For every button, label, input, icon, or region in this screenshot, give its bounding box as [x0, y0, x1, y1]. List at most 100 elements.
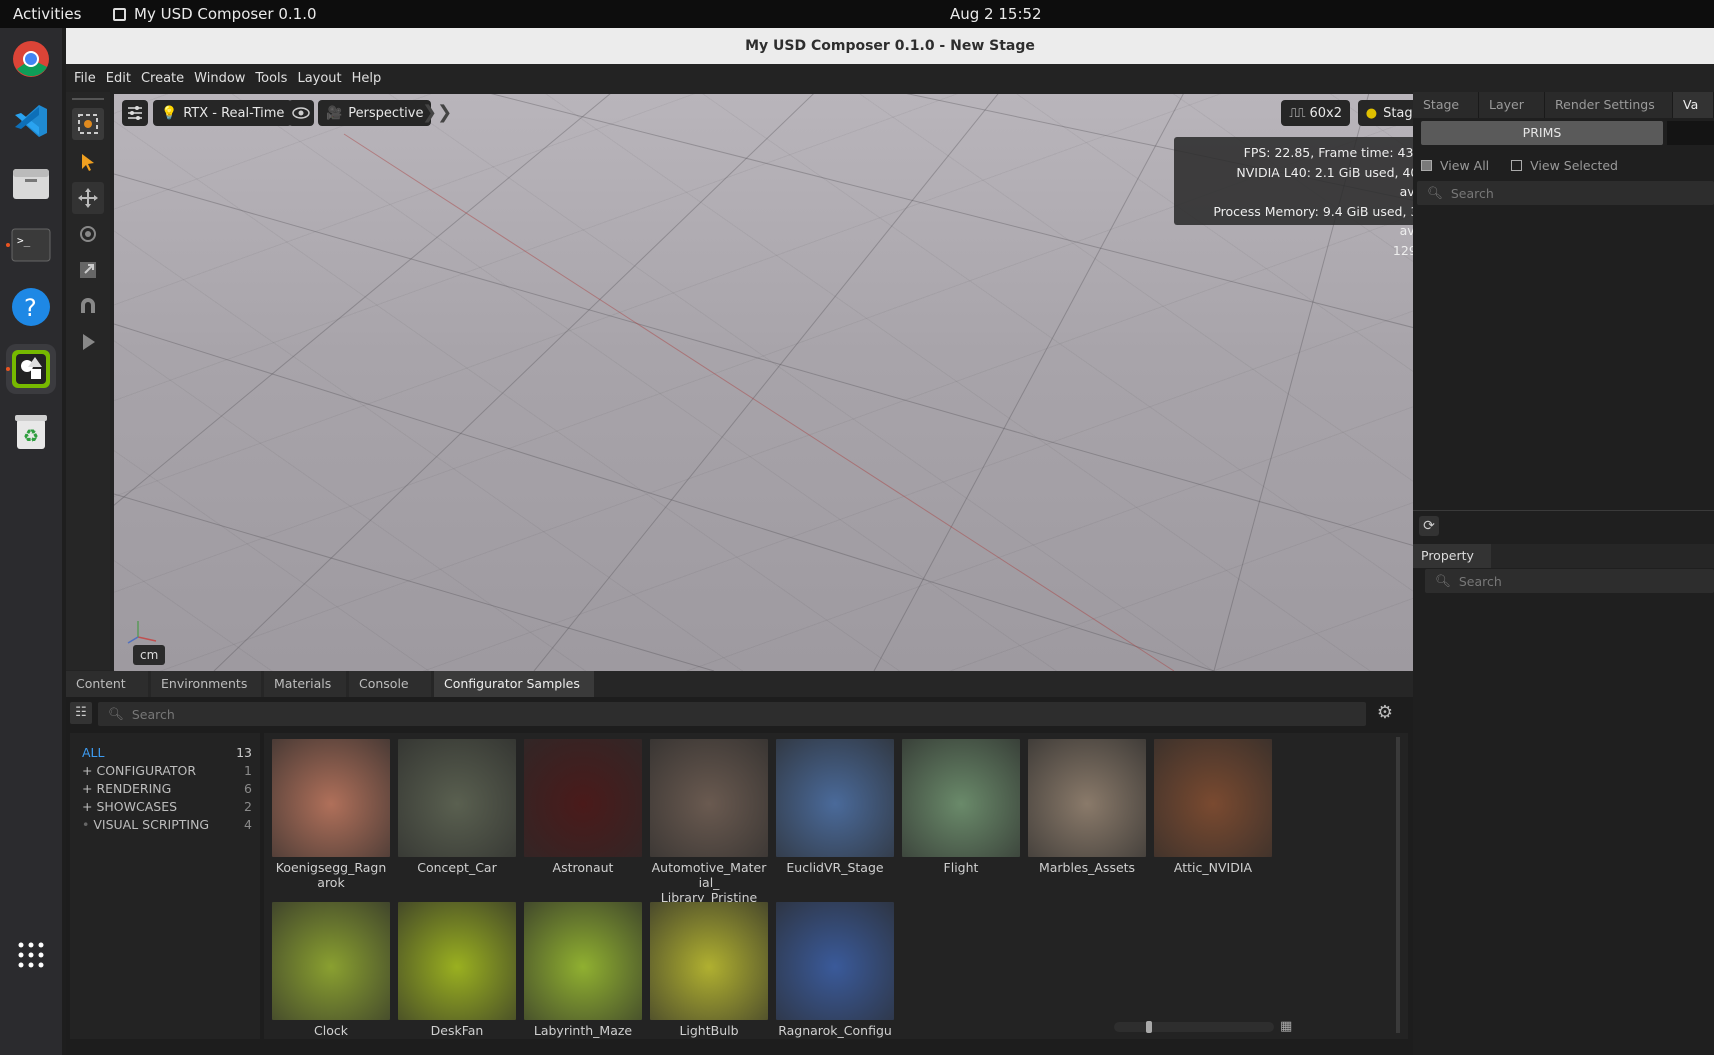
app-grid-icon[interactable] [6, 930, 56, 980]
waveform-icon: ⎍⎍ [1289, 105, 1305, 121]
viewport-settings-button[interactable] [122, 100, 148, 126]
expand-chevron-icon[interactable]: ❯❯ [422, 102, 452, 123]
menu-edit[interactable]: Edit [106, 71, 131, 86]
chrome-icon[interactable] [6, 34, 56, 84]
sample-label: EuclidVR_Stage [786, 860, 884, 875]
samples-search-input[interactable]: 🔍︎ Search [98, 702, 1366, 726]
search-placeholder: Search [1458, 573, 1502, 589]
menu-layout[interactable]: Layout [297, 71, 341, 86]
visibility-eye-button[interactable] [288, 100, 314, 126]
samples-grid: Koenigsegg_Ragnarok Concept_Car Astronaut A… [264, 733, 1408, 1039]
category-all[interactable]: ALL 13 [82, 745, 252, 760]
expand-plus-icon: + [82, 763, 93, 778]
terminal-icon[interactable]: >_ [6, 220, 56, 270]
tab-configurator-samples[interactable]: Configurator Samples [434, 671, 594, 697]
search-icon: 🔍︎ [108, 706, 124, 721]
sample-item[interactable]: Automotive_Material_ Library_Pristine [650, 739, 768, 905]
sample-thumbnail [776, 902, 894, 1020]
clock[interactable]: Aug 2 15:52 [950, 5, 1042, 23]
move-icon[interactable] [72, 182, 104, 214]
thumbnail-size-slider[interactable] [1114, 1021, 1274, 1033]
tree-toggle-icon[interactable]: ☷ [70, 702, 92, 724]
gear-icon[interactable]: ⚙ [1374, 702, 1396, 724]
resolution-button[interactable]: ⎍⎍ 60x2 [1281, 100, 1350, 126]
menu-create[interactable]: Create [141, 71, 184, 86]
rotate-icon[interactable] [72, 218, 104, 250]
sample-item[interactable]: Koenigsegg_Ragnarok [272, 739, 390, 890]
sample-item[interactable]: Clock [272, 902, 390, 1038]
camera-label: Perspective [348, 105, 424, 121]
category-configurator[interactable]: + CONFIGURATOR 1 [82, 763, 252, 778]
sample-item[interactable]: Attic_NVIDIA [1154, 739, 1272, 875]
tab-render-settings[interactable]: Render Settings [1545, 92, 1673, 118]
category-rendering[interactable]: + RENDERING 6 [82, 781, 252, 796]
tab-stage[interactable]: Stage [1413, 92, 1479, 118]
sample-thumbnail [650, 739, 768, 857]
tab-materials[interactable]: Materials [264, 671, 346, 697]
eye-icon [292, 107, 310, 119]
menu-tools[interactable]: Tools [255, 71, 287, 86]
divider [1413, 510, 1714, 511]
svg-text:?: ? [24, 294, 37, 322]
category-label: CONFIGURATOR [96, 763, 197, 778]
refresh-icon[interactable]: ⟳ [1419, 516, 1439, 536]
svg-text:>_: >_ [17, 234, 31, 247]
help-icon[interactable]: ? [6, 282, 56, 332]
select-arrow-icon[interactable] [72, 146, 104, 178]
sample-item[interactable]: LightBulb [650, 902, 768, 1038]
camera-button[interactable]: 🎥 Perspective [318, 100, 432, 126]
vscode-icon[interactable] [6, 96, 56, 146]
menu-help[interactable]: Help [352, 71, 382, 86]
app-menu[interactable]: My USD Composer 0.1.0 [113, 5, 317, 23]
sample-thumbnail [524, 902, 642, 1020]
sample-item[interactable]: Ragnarok_Configurat or [776, 902, 894, 1039]
tab-variants[interactable]: Va [1673, 92, 1714, 118]
sample-item[interactable]: Flight [902, 739, 1020, 875]
play-icon[interactable] [72, 326, 104, 358]
stage-search-input[interactable]: 🔍︎ Search [1417, 181, 1714, 205]
tab-property[interactable]: Property [1413, 544, 1491, 568]
sample-item[interactable]: Astronaut [524, 739, 642, 875]
sample-item[interactable]: Marbles_Assets [1028, 739, 1146, 875]
sample-label: Ragnarok_Configurat or [778, 1023, 892, 1039]
menu-file[interactable]: File [74, 71, 96, 86]
view-selected-checkbox[interactable] [1511, 160, 1523, 171]
category-visual-scripting[interactable]: • VISUAL SCRIPTING 4 [82, 817, 252, 832]
secondary-button[interactable] [1667, 121, 1714, 145]
sample-item[interactable]: DeskFan [398, 902, 516, 1038]
units-label[interactable]: cm [133, 645, 166, 665]
property-search-input[interactable]: 🔍︎ Search [1425, 569, 1714, 593]
grid-view-icon[interactable]: ▦ [1280, 1020, 1294, 1034]
tab-environments[interactable]: Environments [151, 671, 261, 697]
expand-plus-icon: + [82, 781, 93, 796]
trash-icon[interactable]: ♻ [6, 406, 56, 456]
menu-window[interactable]: Window [194, 71, 245, 86]
sample-item[interactable]: EuclidVR_Stage [776, 739, 894, 875]
sample-item[interactable]: Labyrinth_Maze [524, 902, 642, 1038]
view-all-checkbox[interactable] [1421, 160, 1432, 171]
sample-label: Attic_NVIDIA [1173, 860, 1253, 875]
select-mode-icon[interactable] [72, 108, 104, 140]
tab-layer[interactable]: Layer [1479, 92, 1545, 118]
search-icon: 🔍︎ [1427, 185, 1443, 200]
tab-content[interactable]: Content [66, 671, 148, 697]
category-count: 6 [244, 781, 252, 796]
renderer-label: RTX - Real-Time [183, 105, 285, 121]
snap-magnet-icon[interactable] [72, 290, 104, 322]
renderer-button[interactable]: 💡 RTX - Real-Time [153, 100, 293, 126]
grid-scrollbar[interactable] [1396, 737, 1400, 1033]
files-icon[interactable] [6, 158, 56, 208]
slider-handle[interactable] [1146, 1021, 1152, 1033]
scale-icon[interactable] [72, 254, 104, 286]
tab-console[interactable]: Console [349, 671, 431, 697]
sample-item[interactable]: Concept_Car [398, 739, 516, 875]
usd-composer-icon[interactable] [6, 344, 56, 394]
sample-thumbnail [272, 739, 390, 857]
prims-button[interactable]: PRIMS [1421, 121, 1663, 145]
category-showcases[interactable]: + SHOWCASES 2 [82, 799, 252, 814]
activities-button[interactable]: Activities [13, 5, 81, 23]
toolbar-grip [72, 98, 104, 100]
category-count: 13 [236, 745, 252, 760]
viewport[interactable]: 💡 RTX - Real-Time 🎥 Perspective ❯❯ ⎍⎍ 60… [114, 94, 1478, 671]
sample-label: Concept_Car [417, 860, 497, 875]
